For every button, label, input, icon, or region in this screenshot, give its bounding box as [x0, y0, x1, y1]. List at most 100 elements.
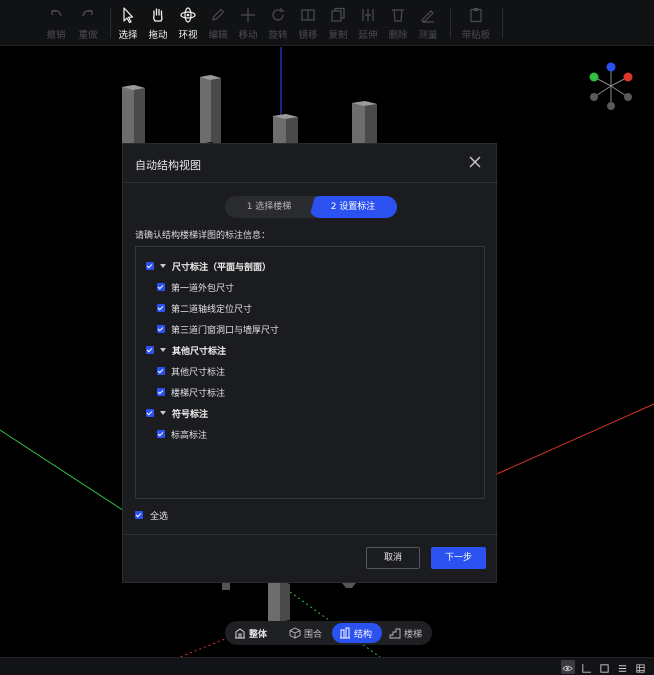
group-dimension-annotation[interactable]: 尺寸标注（平面与剖面） — [146, 259, 271, 273]
measure-tool-label: 测量 — [418, 30, 438, 41]
y-axis-dot[interactable] — [589, 72, 599, 82]
offset-tool-button[interactable]: 镜移 — [292, 4, 324, 42]
z-axis-dot[interactable] — [606, 62, 616, 72]
mode-enclosure-button[interactable]: 围合 — [289, 623, 322, 643]
column — [200, 75, 221, 145]
mode-structure-button[interactable]: 结构 — [332, 623, 382, 643]
step-2-active[interactable]: 2 设置标注 — [309, 196, 397, 218]
rotate-tool-label: 旋转 — [268, 30, 288, 41]
stretch-tool-button[interactable]: 延伸 — [352, 4, 384, 42]
group-label: 其他尺寸标注 — [172, 346, 227, 357]
dialog-title: 自动结构视图 — [135, 159, 201, 172]
checkbox-checked[interactable] — [157, 283, 165, 291]
pan-tool-button[interactable]: 拖动 — [142, 4, 174, 42]
neg-z-axis-dot[interactable] — [607, 102, 615, 110]
select-all-label: 全选 — [150, 511, 169, 522]
option-label: 第三道门窗洞口与墙厚尺寸 — [171, 325, 280, 336]
orbit-icon — [180, 7, 196, 23]
checkbox-checked[interactable] — [135, 511, 143, 519]
group-label: 符号标注 — [172, 409, 209, 420]
option-elevation-annotation[interactable]: 标高标注 — [157, 427, 207, 441]
frame-toggle[interactable] — [598, 660, 612, 674]
redo-button[interactable]: 重做 — [72, 4, 104, 42]
checkbox-checked[interactable] — [146, 409, 154, 417]
checkbox-checked[interactable] — [146, 346, 154, 354]
column — [122, 85, 145, 148]
undo-button[interactable]: 撤销 — [40, 4, 72, 42]
info-label: 请确认结构楼梯详图的标注信息： — [135, 231, 271, 241]
auto-structure-view-dialog: 自动结构视图 1 选择楼梯 2 设置标注 请确认结构楼梯详图的标注信息： 尺寸标… — [122, 143, 498, 583]
option-label: 其他尺寸标注 — [171, 367, 226, 378]
rotate-tool-button[interactable]: 旋转 — [262, 4, 294, 42]
neg-x-axis-dot[interactable] — [624, 93, 632, 101]
select-all-checkbox[interactable]: 全选 — [135, 508, 168, 522]
checkbox-checked[interactable] — [146, 262, 154, 270]
corner-icon — [582, 663, 592, 673]
chevron-down-icon[interactable] — [160, 264, 166, 268]
delete-tool-label: 删除 — [388, 30, 408, 41]
chevron-down-icon[interactable] — [160, 348, 166, 352]
neg-y-axis-dot[interactable] — [590, 93, 598, 101]
copy-icon — [331, 7, 345, 22]
option-outer-dimension[interactable]: 第一道外包尺寸 — [157, 280, 234, 294]
measure-tool-button[interactable]: 测量 — [412, 4, 444, 42]
option-axis-dimension[interactable]: 第二道轴线定位尺寸 — [157, 301, 252, 315]
building-icon — [235, 628, 245, 639]
cancel-button[interactable]: 取消 — [366, 547, 420, 569]
stretch-tool-label: 延伸 — [358, 30, 378, 41]
axis-gizmo[interactable] — [585, 60, 637, 112]
visibility-toggle[interactable] — [561, 660, 575, 674]
group-other-dimension[interactable]: 其他尺寸标注 — [146, 343, 226, 357]
cursor-icon — [123, 7, 134, 24]
eye-icon — [562, 665, 573, 672]
checkbox-checked[interactable] — [157, 325, 165, 333]
group-symbol-annotation[interactable]: 符号标注 — [146, 406, 208, 420]
move-tool-button[interactable]: 移动 — [232, 4, 264, 42]
option-stair-dimension[interactable]: 楼梯尺寸标注 — [157, 385, 225, 399]
grid-icon — [636, 664, 645, 673]
column — [352, 101, 377, 144]
dimension-toggle[interactable] — [580, 660, 594, 674]
orbit-tool-button[interactable]: 环视 — [172, 4, 204, 42]
mode-overall-button[interactable]: 整体 — [234, 623, 267, 643]
move-tool-label: 移动 — [238, 30, 258, 41]
select-tool-label: 选择 — [118, 30, 138, 41]
delete-tool-button[interactable]: 删除 — [382, 4, 414, 42]
option-opening-wall-dimension[interactable]: 第三道门窗洞口与墙厚尺寸 — [157, 322, 279, 336]
step-1[interactable]: 1 选择楼梯 — [225, 196, 313, 218]
paste-tool-button[interactable]: 带贴板 — [459, 4, 493, 42]
layers-toggle[interactable] — [616, 660, 630, 674]
option-label: 第一道外包尺寸 — [171, 283, 235, 294]
square-icon — [600, 664, 609, 673]
option-label: 楼梯尺寸标注 — [171, 388, 226, 399]
annotation-options-list: 尺寸标注（平面与剖面） 第一道外包尺寸 第二道轴线定位尺寸 第三道门窗洞口与墙厚… — [135, 246, 485, 499]
x-axis-dot[interactable] — [623, 72, 633, 82]
group-label: 尺寸标注（平面与剖面） — [172, 262, 272, 273]
copy-tool-button[interactable]: 复制 — [322, 4, 354, 42]
mode-label: 整体 — [249, 629, 268, 640]
option-other-dimension[interactable]: 其他尺寸标注 — [157, 364, 225, 378]
move-icon — [241, 8, 255, 22]
select-tool-button[interactable]: 选择 — [112, 4, 144, 42]
checkbox-checked[interactable] — [157, 388, 165, 396]
column — [222, 583, 230, 590]
toolbar-divider — [502, 8, 503, 38]
offset-tool-label: 镜移 — [298, 30, 318, 41]
checkbox-checked[interactable] — [157, 430, 165, 438]
edit-tool-button[interactable]: 编辑 — [202, 4, 234, 42]
next-button[interactable]: 下一步 — [431, 547, 486, 569]
checkbox-checked[interactable] — [157, 367, 165, 375]
cube-icon — [289, 627, 301, 639]
copy-tool-label: 复制 — [328, 30, 348, 41]
x-axis-line — [489, 403, 654, 478]
dialog-header-divider — [123, 182, 498, 183]
clipboard-icon — [470, 8, 482, 23]
checkbox-checked[interactable] — [157, 304, 165, 312]
dialog-footer-divider — [123, 534, 498, 535]
mode-stairs-button[interactable]: 楼梯 — [389, 623, 422, 643]
close-button[interactable] — [468, 154, 482, 168]
grid-toggle[interactable] — [634, 660, 648, 674]
toolbar-divider — [110, 8, 111, 38]
chevron-down-icon[interactable] — [160, 411, 166, 415]
hand-icon — [153, 8, 163, 22]
